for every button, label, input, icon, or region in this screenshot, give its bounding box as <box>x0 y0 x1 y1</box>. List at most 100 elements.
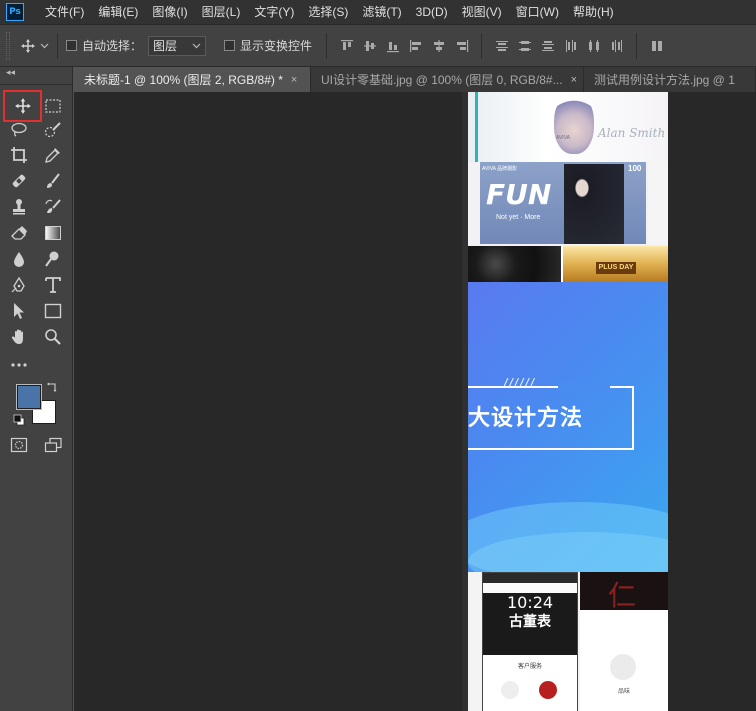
photoshop-logo-icon[interactable]: Ps <box>6 3 24 21</box>
default-colors-button[interactable] <box>12 413 26 427</box>
canvas-area[interactable]: Alan Smith AVIVA AVIVA 品牌摄影 FUN Not yet … <box>74 92 756 711</box>
show-transform-checkbox[interactable] <box>224 40 236 51</box>
fashion-collage-image: Alan Smith AVIVA AVIVA 品牌摄影 FUN Not yet … <box>468 92 668 246</box>
auto-select-checkbox[interactable] <box>66 40 77 51</box>
tab-untitled-1[interactable]: 未标题-1 @ 100% (图层 2, RGB/8#) * × <box>74 67 311 92</box>
distribute-top-button[interactable] <box>490 36 513 56</box>
align-bottom-icon <box>386 41 399 52</box>
align-vertical-centers-button[interactable] <box>358 36 381 56</box>
blur-tool[interactable] <box>6 247 32 271</box>
move-tool[interactable] <box>3 90 42 122</box>
eraser-tool[interactable] <box>6 221 32 245</box>
canvas-pasteboard[interactable] <box>668 92 756 711</box>
menu-view[interactable]: 视图(V) <box>455 0 509 25</box>
menu-window[interactable]: 窗口(W) <box>509 0 566 25</box>
default-colors-icon <box>13 414 25 426</box>
align-horizontal-centers-button[interactable] <box>427 36 450 56</box>
auto-select-label: 自动选择： <box>82 39 143 53</box>
brush-icon <box>47 173 60 188</box>
lasso-icon <box>11 122 27 137</box>
distribute-bottom-icon <box>541 40 554 51</box>
menu-type[interactable]: 文字(Y) <box>247 0 301 25</box>
tab-label: UI设计零基础.jpg @ 100% (图层 0, RGB/8#... <box>321 73 563 87</box>
close-icon[interactable]: × <box>571 74 577 86</box>
watches-image: PLUS DAY <box>468 246 668 282</box>
distribute-vcenter-icon <box>518 40 531 51</box>
marquee-tool[interactable] <box>40 94 66 118</box>
menu-filter[interactable]: 滤镜(T) <box>355 0 408 25</box>
phone-mockup-right: 仁 品味 <box>580 572 668 711</box>
screen-mode-button[interactable] <box>40 433 66 457</box>
auto-align-layers-button[interactable] <box>645 36 668 56</box>
dodge-icon <box>45 251 59 267</box>
path-selection-tool[interactable] <box>6 299 32 323</box>
align-top-icon <box>340 39 353 50</box>
menu-select[interactable]: 选择(S) <box>301 0 355 25</box>
frame-gap <box>558 382 610 390</box>
lasso-tool[interactable] <box>6 118 32 142</box>
phone-user-icon <box>610 654 636 680</box>
zoom-tool[interactable] <box>40 325 66 349</box>
type-tool[interactable] <box>40 273 66 297</box>
close-icon[interactable]: × <box>291 74 297 86</box>
phone-teapot-icon <box>539 681 557 699</box>
auto-align-icon <box>651 40 662 51</box>
menu-help[interactable]: 帮助(H) <box>566 0 621 25</box>
phone-title: 古董表 <box>509 614 551 630</box>
fun-title: FUN <box>486 178 552 211</box>
options-grip[interactable] <box>6 31 10 60</box>
align-right-edges-button[interactable] <box>450 36 473 56</box>
menu-layer[interactable]: 图层(L) <box>195 0 248 25</box>
drop-icon <box>14 252 24 267</box>
align-top-edges-button[interactable] <box>335 36 358 56</box>
distribute-left-button[interactable] <box>559 36 582 56</box>
align-left-icon <box>409 39 421 52</box>
design-method-banner: ////// 大设计方法 <box>468 282 668 572</box>
menu-edit[interactable]: 编辑(E) <box>91 0 145 25</box>
distribute-bottom-button[interactable] <box>536 36 559 56</box>
distribute-right-button[interactable] <box>605 36 628 56</box>
chevron-down-icon <box>40 43 49 49</box>
tool-preset-picker[interactable] <box>20 38 49 54</box>
menu-image[interactable]: 图像(I) <box>145 0 194 25</box>
slash-decoration: ////// <box>504 376 537 390</box>
history-brush-tool[interactable] <box>40 195 66 219</box>
move-icon <box>14 98 31 114</box>
swap-colors-button[interactable] <box>44 379 60 395</box>
quick-selection-tool[interactable] <box>40 118 66 142</box>
phone-status-bar <box>483 573 577 583</box>
not-yet-text: Not yet · More <box>496 214 541 221</box>
foreground-color-swatch[interactable] <box>16 384 42 410</box>
dodge-tool[interactable] <box>40 247 66 271</box>
pen-tool[interactable] <box>6 273 32 297</box>
hand-tool[interactable] <box>6 325 32 349</box>
tab-test-case-design[interactable]: 测试用例设计方法.jpg @ 1 <box>584 67 756 92</box>
align-left-edges-button[interactable] <box>404 36 427 56</box>
document-canvas[interactable]: Alan Smith AVIVA AVIVA 品牌摄影 FUN Not yet … <box>468 92 668 711</box>
rectangle-tool[interactable] <box>40 299 66 323</box>
align-bottom-edges-button[interactable] <box>381 36 404 56</box>
distribute-controls <box>490 36 628 56</box>
gradient-tool[interactable] <box>40 221 66 245</box>
align-controls <box>335 36 473 56</box>
healing-brush-tool[interactable] <box>6 169 32 193</box>
collapse-panel-icon[interactable]: ◂◂ <box>6 67 15 78</box>
clone-stamp-tool[interactable] <box>6 195 32 219</box>
eraser-icon <box>11 226 27 240</box>
distribute-vcenter-button[interactable] <box>513 36 536 56</box>
brush-tool[interactable] <box>40 169 66 193</box>
eyedropper-tool[interactable] <box>40 143 66 167</box>
document-tabs: 未标题-1 @ 100% (图层 2, RGB/8#) * × UI设计零基础.… <box>74 67 756 92</box>
menu-file[interactable]: 文件(F) <box>38 0 91 25</box>
menu-3d[interactable]: 3D(D) <box>409 0 455 25</box>
distribute-hcenter-button[interactable] <box>582 36 605 56</box>
edit-toolbar-button[interactable] <box>6 353 32 377</box>
crop-tool[interactable] <box>6 143 32 167</box>
phone-caption: 品味 <box>617 689 630 695</box>
separator <box>636 32 638 59</box>
move-icon <box>21 38 35 53</box>
tab-ui-design-basics[interactable]: UI设计零基础.jpg @ 100% (图层 0, RGB/8#... × <box>311 67 584 92</box>
quick-mask-button[interactable] <box>6 433 32 457</box>
auto-select-dropdown[interactable]: 图层 <box>148 35 207 56</box>
banner-title: 大设计方法 <box>468 406 584 431</box>
